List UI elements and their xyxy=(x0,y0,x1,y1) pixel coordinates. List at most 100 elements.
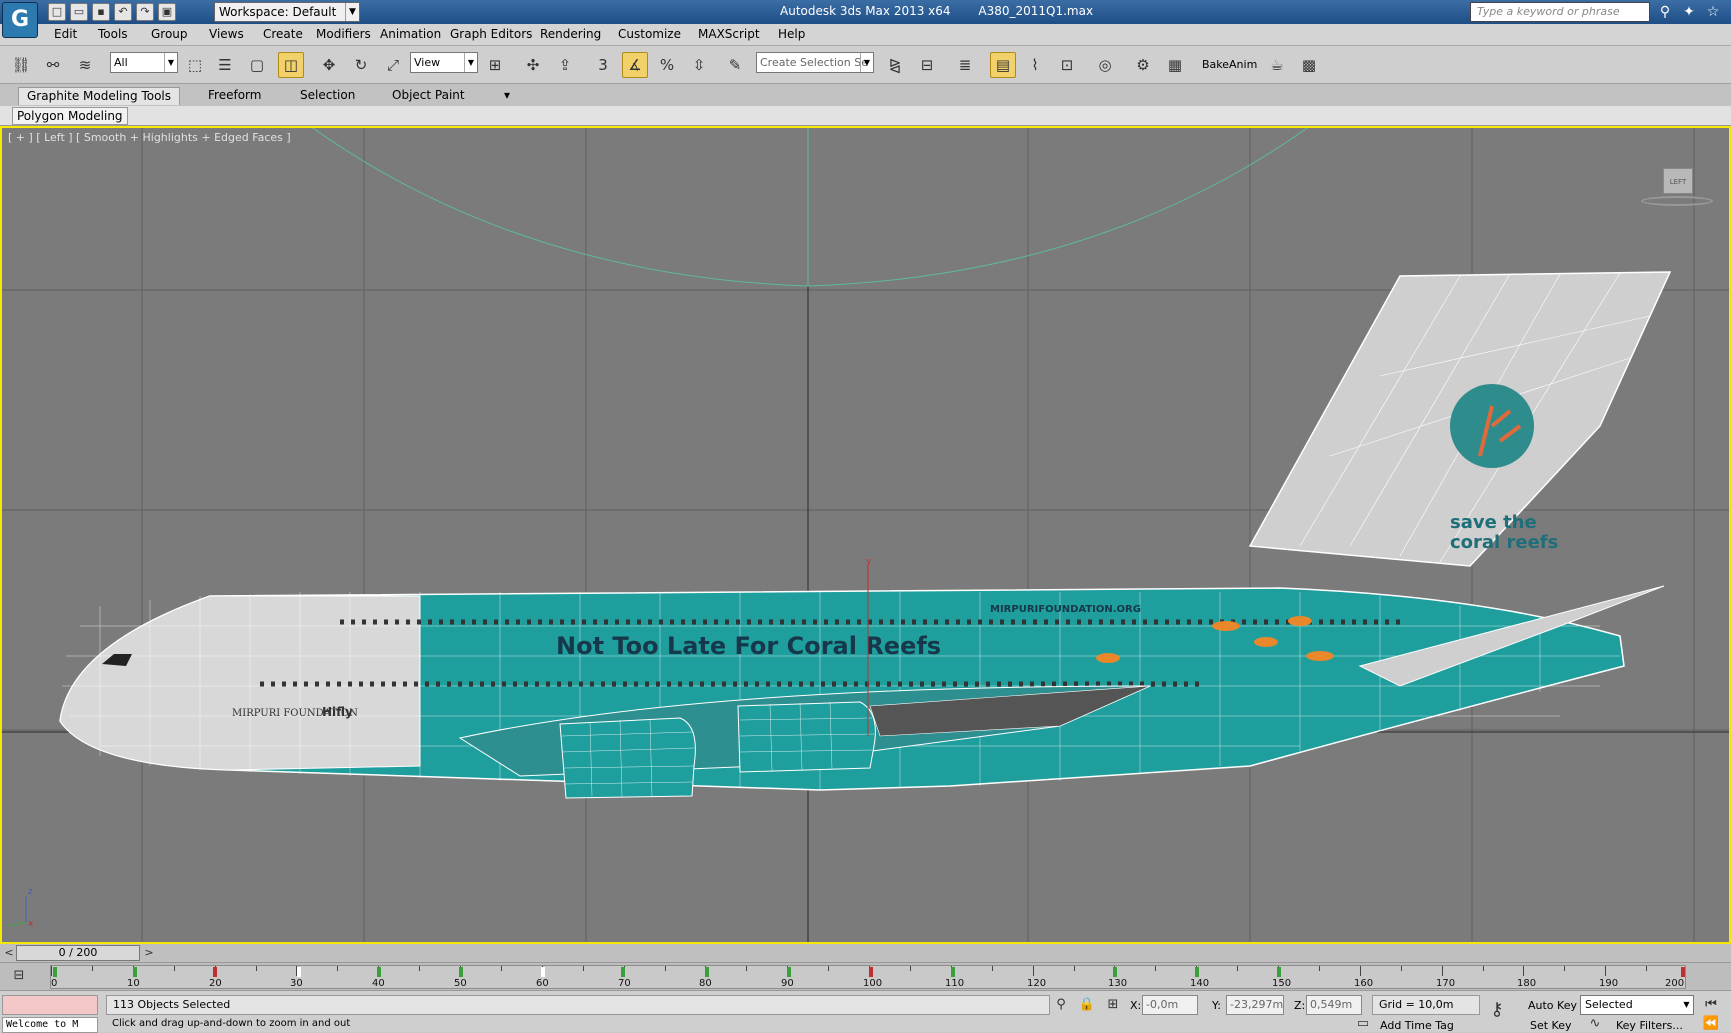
viewcube[interactable]: LEFT xyxy=(1663,168,1693,194)
spinner-snap-icon[interactable]: ⇳ xyxy=(686,52,712,78)
selection-lock-icon[interactable]: 🔒 xyxy=(1078,996,1096,1014)
menu-graph-editors[interactable]: Graph Editors xyxy=(450,27,532,41)
add-time-tag-button[interactable]: Add Time Tag xyxy=(1380,1019,1454,1032)
favorites-icon[interactable]: ☆ xyxy=(1704,3,1722,21)
render-setup-icon[interactable]: ⚙ xyxy=(1130,52,1156,78)
key-curve-icon[interactable]: ∿ xyxy=(1586,1015,1604,1033)
edit-named-selection-icon[interactable]: ✎ xyxy=(722,52,748,78)
percent-snap-icon[interactable]: % xyxy=(654,52,680,78)
keyboard-shortcut-override-icon[interactable]: ⇪ xyxy=(552,52,578,78)
new-file-icon[interactable]: □ xyxy=(48,3,66,21)
snaps-toggle-button[interactable]: 3 xyxy=(590,52,616,78)
menu-group[interactable]: Group xyxy=(151,27,188,41)
time-slider[interactable]: 0 / 200 xyxy=(16,945,140,961)
prompt-line: Click and drag up-and-down to zoom in an… xyxy=(112,1018,351,1029)
menu-maxscript[interactable]: MAXScript xyxy=(698,27,760,41)
timeline-tick-label: 70 xyxy=(618,978,631,989)
previous-frame-icon[interactable]: ⏪ xyxy=(1702,1015,1720,1033)
schematic-view-icon[interactable]: ⊡ xyxy=(1054,52,1080,78)
menu-customize[interactable]: Customize xyxy=(618,27,681,41)
bake-anim-button[interactable]: BakeAnim xyxy=(1202,58,1257,71)
unlink-icon[interactable]: ⚯ xyxy=(40,52,66,78)
menu-views[interactable]: Views xyxy=(209,27,244,41)
auto-key-button[interactable]: Auto Key xyxy=(1528,999,1577,1012)
reference-coordinate-dropdown[interactable]: View ▼ xyxy=(410,52,478,73)
angle-snap-icon[interactable]: ∡ xyxy=(622,52,648,78)
material-editor-icon[interactable]: ◎ xyxy=(1092,52,1118,78)
mirror-icon[interactable]: ⧎ xyxy=(882,52,908,78)
time-tag-icon[interactable]: ▭ xyxy=(1354,1015,1372,1033)
ribbon-options-icon[interactable]: ▾ xyxy=(496,87,518,105)
maxscript-listener-input[interactable] xyxy=(2,995,98,1015)
menu-rendering[interactable]: Rendering xyxy=(540,27,601,41)
menu-edit[interactable]: Edit xyxy=(54,27,77,41)
menu-help[interactable]: Help xyxy=(778,27,805,41)
move-icon[interactable]: ✥ xyxy=(316,52,342,78)
teapot-render-icon[interactable]: ☕ xyxy=(1264,52,1290,78)
link-icon[interactable]: ⛓ xyxy=(8,52,34,78)
bind-space-warp-icon[interactable]: ≋ xyxy=(72,52,98,78)
window-crossing-icon[interactable]: ◫ xyxy=(278,52,304,78)
pivot-center-icon[interactable]: ⊞ xyxy=(482,52,508,78)
maxscript-listener-output[interactable]: Welcome to M xyxy=(2,1017,98,1033)
menu-animation[interactable]: Animation xyxy=(380,27,441,41)
x-coordinate-field[interactable]: -0,0m xyxy=(1142,995,1198,1015)
timeline-ruler[interactable]: 0 10 20 30 40 50 60 70 80 90 100 110 120 130 140 150 160… xyxy=(50,965,1687,989)
binoculars-icon[interactable]: ⚲ xyxy=(1656,3,1674,21)
curve-editor-mini-icon[interactable]: ⊟ xyxy=(10,967,28,985)
select-object-icon[interactable]: ⬚ xyxy=(182,52,208,78)
curve-editor-icon[interactable]: ⌇ xyxy=(1022,52,1048,78)
go-to-start-icon[interactable]: ⏮ xyxy=(1702,996,1720,1014)
menu-modifiers[interactable]: Modifiers xyxy=(316,27,371,41)
set-key-icon[interactable]: ⚷ xyxy=(1488,1001,1506,1019)
key-filters-button[interactable]: Key Filters... xyxy=(1616,1019,1683,1032)
select-manipulate-icon[interactable]: ✣ xyxy=(520,52,546,78)
timeline-tick-label: 90 xyxy=(781,978,794,989)
selection-filter-value: All xyxy=(114,56,128,69)
align-icon[interactable]: ⊟ xyxy=(914,52,940,78)
z-coordinate-field[interactable]: 0,549m xyxy=(1306,995,1362,1015)
engine-left xyxy=(559,717,696,799)
menu-create[interactable]: Create xyxy=(263,27,303,41)
y-coordinate-field[interactable]: -23,297m xyxy=(1226,995,1284,1015)
polygon-modeling-panel[interactable]: Polygon Modeling xyxy=(12,107,128,125)
viewport-label-menu[interactable]: [ + ] [ Left ] [ Smooth + Highlights + E… xyxy=(8,131,291,144)
subscription-icon[interactable]: ✦ xyxy=(1680,3,1698,21)
tab-selection[interactable]: Selection xyxy=(292,87,363,105)
title-bar: G □ ▭ ▪ ↶ ↷ ▣ Workspace: Default ▼ Autod… xyxy=(0,0,1731,38)
grid-size-display: Grid = 10,0m xyxy=(1372,995,1480,1015)
absolute-mode-icon[interactable]: ⊞ xyxy=(1104,996,1122,1014)
set-key-button[interactable]: Set Key xyxy=(1530,1019,1572,1032)
tail-slogan-line2: coral reefs xyxy=(1450,532,1558,553)
time-slider-prev-icon[interactable]: < xyxy=(2,945,16,961)
save-icon[interactable]: ▪ xyxy=(92,3,110,21)
time-slider-next-icon[interactable]: > xyxy=(142,945,156,961)
tab-graphite-modeling-tools[interactable]: Graphite Modeling Tools xyxy=(18,87,181,105)
isolate-selection-icon[interactable]: ⚲ xyxy=(1052,996,1070,1014)
open-file-icon[interactable]: ▭ xyxy=(70,3,88,21)
tab-freeform[interactable]: Freeform xyxy=(200,87,269,105)
select-by-name-icon[interactable]: ☰ xyxy=(212,52,238,78)
rendered-frame-window-icon[interactable]: ▦ xyxy=(1162,52,1188,78)
left-viewport[interactable]: save the coral reefs Not Too Late For Co… xyxy=(0,126,1731,944)
rotate-icon[interactable]: ↻ xyxy=(348,52,374,78)
scale-icon[interactable]: ⤢ xyxy=(380,52,406,78)
application-logo-button[interactable]: G xyxy=(2,2,38,38)
rectangle-selection-icon[interactable]: ▢ xyxy=(244,52,270,78)
graphite-ribbon-icon[interactable]: ▤ xyxy=(990,52,1016,78)
redo-icon[interactable]: ↷ xyxy=(136,3,154,21)
checker-icon[interactable]: ▩ xyxy=(1296,52,1322,78)
viewcube-compass-ring[interactable] xyxy=(1641,196,1713,206)
menu-tools[interactable]: Tools xyxy=(98,27,128,41)
layer-manager-icon[interactable]: ≣ xyxy=(952,52,978,78)
key-mode-dropdown[interactable]: Selected ▼ xyxy=(1580,995,1694,1015)
project-folder-icon[interactable]: ▣ xyxy=(158,3,176,21)
workspace-dropdown[interactable]: Workspace: Default ▼ xyxy=(214,2,360,22)
search-input[interactable]: Type a keyword or phrase xyxy=(1470,2,1650,22)
undo-icon[interactable]: ↶ xyxy=(114,3,132,21)
tab-object-paint[interactable]: Object Paint xyxy=(384,87,473,105)
airline-logo-text: Hifly xyxy=(322,705,353,719)
chevron-down-icon: ▼ xyxy=(1683,1000,1690,1009)
selection-filter-dropdown[interactable]: All ▼ xyxy=(110,52,178,73)
named-selection-dropdown[interactable]: Create Selection Se ▼ xyxy=(756,52,874,73)
